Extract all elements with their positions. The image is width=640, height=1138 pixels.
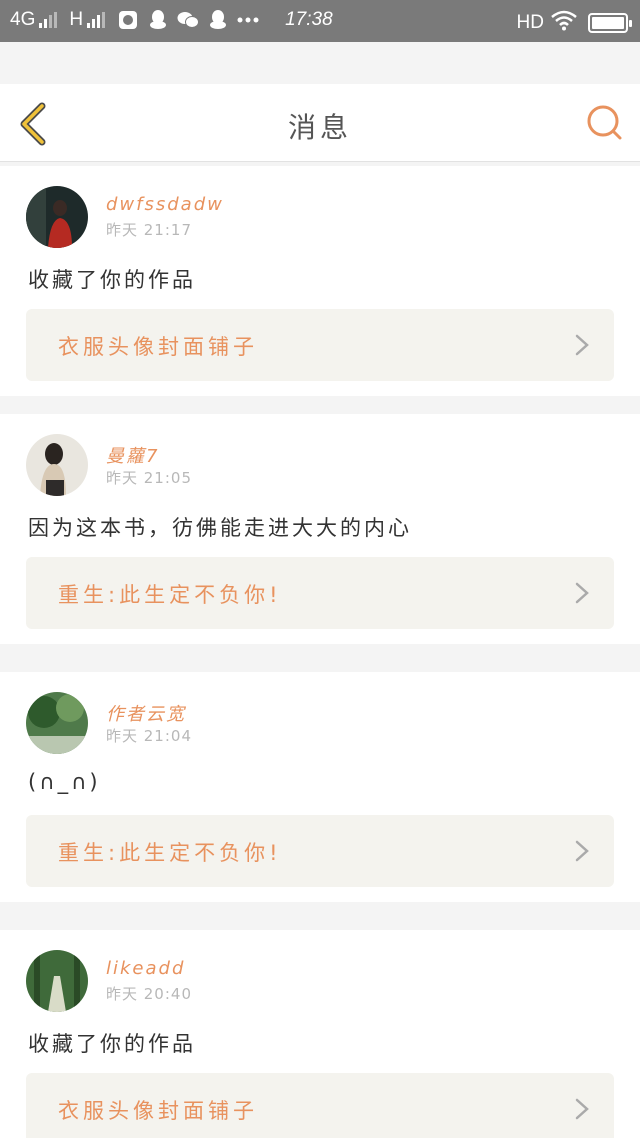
message-content: 收藏了你的作品 (28, 1032, 196, 1056)
hd-label: HD (516, 12, 544, 33)
message-content: 收藏了你的作品 (28, 268, 196, 292)
username[interactable]: 曼蘿7 (106, 442, 159, 468)
work-title: 重生:此生定不负你! (58, 841, 282, 865)
message-time: 昨天 21:05 (106, 469, 192, 487)
work-title: 重生:此生定不负你! (58, 583, 282, 607)
message-card: dwfssdadw 昨天 21:17 收藏了你的作品 衣服头像封面铺子 (0, 166, 640, 396)
message-time: 昨天 21:17 (106, 221, 192, 239)
status-bar: 4G H 17:38 HD (0, 0, 640, 42)
chevron-right-icon (575, 840, 589, 862)
work-link[interactable]: 重生:此生定不负你! (26, 557, 614, 629)
message-card: 作者云宽 昨天 21:04 (∩_∩) 重生:此生定不负你! (0, 672, 640, 902)
search-button[interactable] (586, 104, 624, 142)
battery-icon (588, 13, 632, 33)
wifi-icon (550, 9, 578, 37)
chevron-right-icon (575, 334, 589, 356)
username[interactable]: likeadd (106, 958, 185, 979)
qq-icon (147, 9, 169, 31)
work-link[interactable]: 衣服头像封面铺子 (26, 309, 614, 381)
network-type-4g: 4G (10, 9, 36, 30)
message-time: 昨天 21:04 (106, 727, 192, 745)
wechat-icon (177, 9, 200, 31)
work-title: 衣服头像封面铺子 (58, 335, 258, 359)
nav-header: 消息 (0, 84, 640, 162)
status-bar-left: 4G H 17:38 (10, 9, 333, 31)
signal-bars-icon-2 (87, 12, 107, 28)
avatar[interactable] (26, 434, 88, 496)
status-time: 17:38 (285, 9, 333, 30)
username[interactable]: dwfssdadw (106, 194, 224, 215)
qq-icon-2 (207, 9, 229, 31)
message-card: 曼蘿7 昨天 21:05 因为这本书，彷佛能走进大大的内心 重生:此生定不负你! (0, 414, 640, 644)
chevron-right-icon (575, 1098, 589, 1120)
avatar[interactable] (26, 692, 88, 754)
search-icon (587, 105, 622, 140)
work-link[interactable]: 衣服头像封面铺子 (26, 1073, 614, 1138)
work-title: 衣服头像封面铺子 (58, 1099, 258, 1123)
message-card: likeadd 昨天 20:40 收藏了你的作品 衣服头像封面铺子 (0, 930, 640, 1138)
page-title: 消息 (287, 111, 352, 144)
chevron-right-icon (575, 582, 589, 604)
avatar[interactable] (26, 950, 88, 1012)
username[interactable]: 作者云宽 (106, 700, 186, 726)
work-link[interactable]: 重生:此生定不负你! (26, 815, 614, 887)
network-type-h: H (69, 9, 84, 30)
status-bar-right: HD (516, 9, 632, 37)
message-time: 昨天 20:40 (106, 985, 192, 1003)
signal-bars-icon (39, 12, 59, 28)
app-notification-icon (117, 9, 139, 31)
message-content: 因为这本书，彷佛能走进大大的内心 (28, 516, 412, 540)
message-content: (∩_∩) (28, 770, 101, 794)
more-dots-icon (237, 9, 259, 31)
avatar[interactable] (26, 186, 88, 248)
